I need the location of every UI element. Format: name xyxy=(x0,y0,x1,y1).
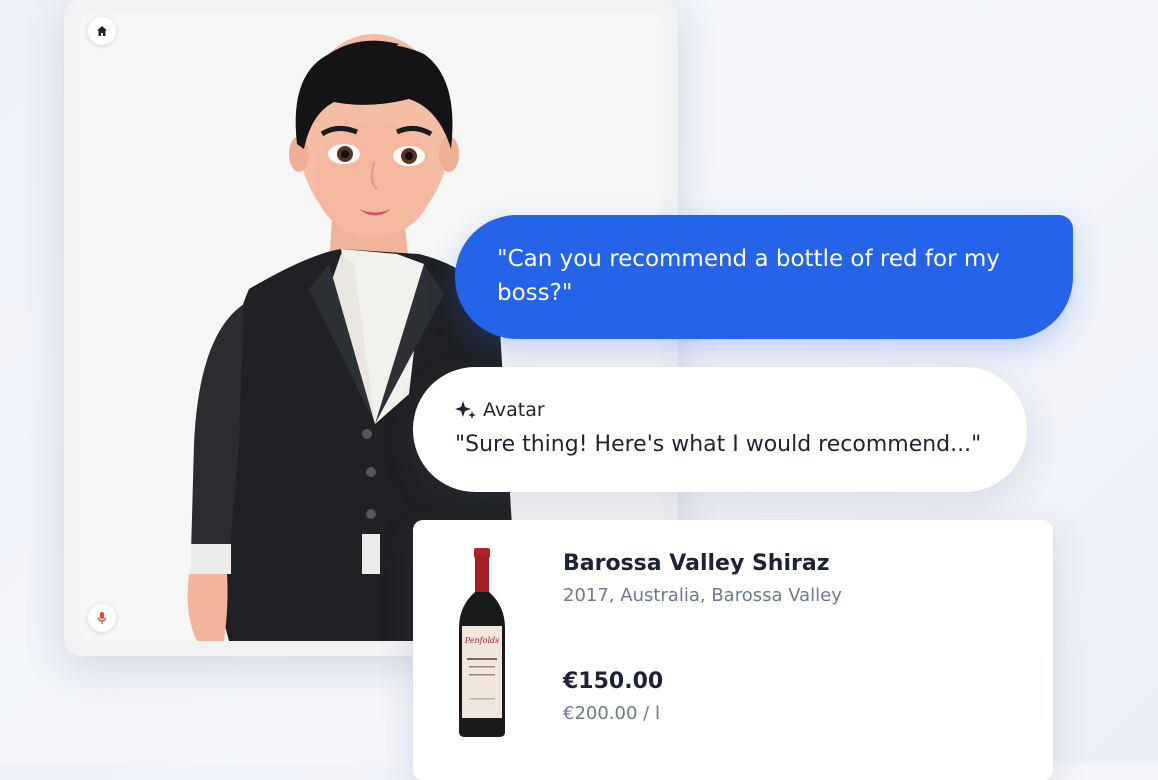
assistant-message-bubble: Avatar "Sure thing! Here's what I would … xyxy=(413,367,1027,492)
wine-bottle-image: Penfolds xyxy=(459,548,505,737)
product-card[interactable]: Penfolds Barossa Valley Shiraz 2017, Aus… xyxy=(413,520,1053,780)
product-unit-price: €200.00 / l xyxy=(563,703,660,724)
product-details: 2017, Australia, Barossa Valley xyxy=(563,585,842,606)
assistant-header: Avatar xyxy=(455,396,997,424)
microphone-icon xyxy=(97,612,107,624)
microphone-button[interactable] xyxy=(88,604,116,632)
user-message-text: "Can you recommend a bottle of red for m… xyxy=(497,246,1000,306)
assistant-name: Avatar xyxy=(483,399,545,421)
home-icon xyxy=(97,26,107,36)
product-price: €150.00 xyxy=(563,669,664,694)
home-button[interactable] xyxy=(88,17,116,45)
svg-text:Penfolds: Penfolds xyxy=(464,636,499,645)
assistant-message-text: "Sure thing! Here's what I would recomme… xyxy=(455,432,982,457)
product-name: Barossa Valley Shiraz xyxy=(563,551,830,576)
sparkle-icon xyxy=(455,401,476,419)
user-message-bubble: "Can you recommend a bottle of red for m… xyxy=(455,215,1073,339)
